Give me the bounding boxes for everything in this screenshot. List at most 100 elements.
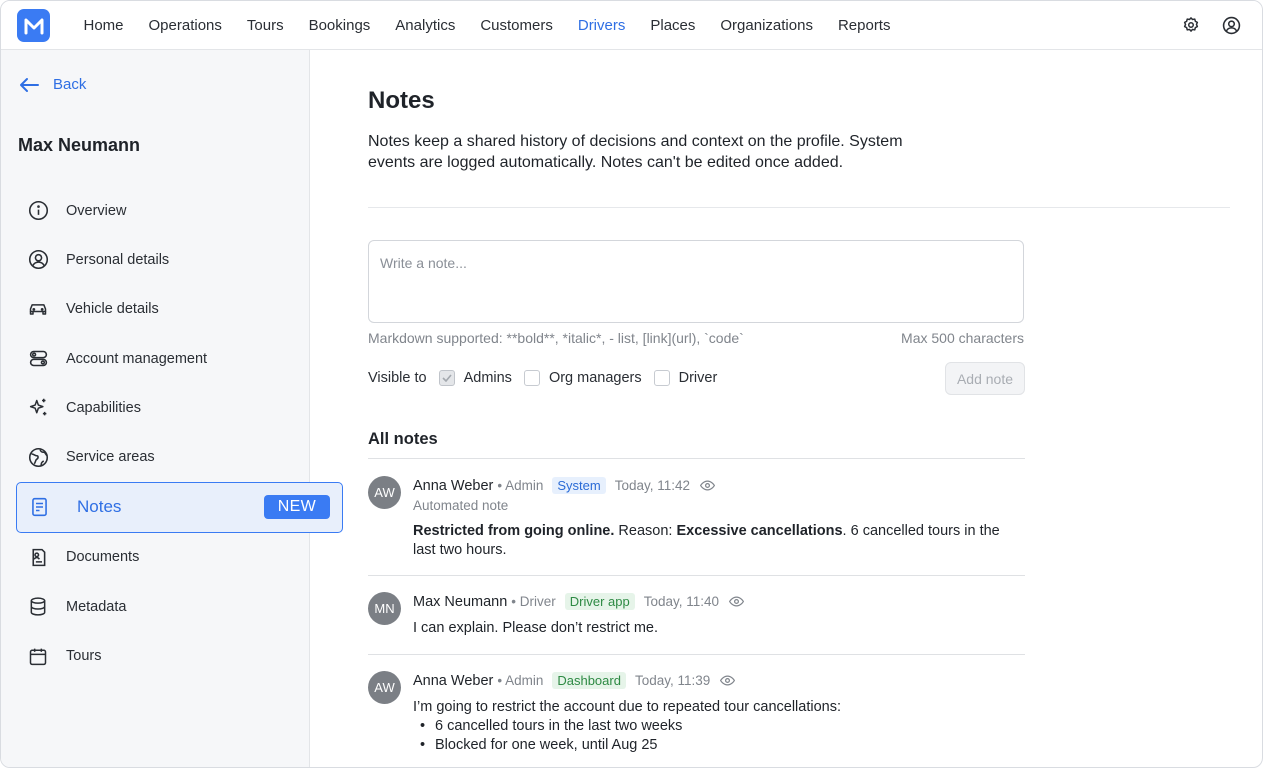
sidebar-item-label: Capabilities xyxy=(66,399,141,416)
sparkles-icon xyxy=(26,396,50,420)
note-body-text: Reason: xyxy=(614,523,677,539)
nav-drivers[interactable]: Drivers xyxy=(578,17,626,34)
checkmark-icon xyxy=(442,374,452,382)
back-label: Back xyxy=(53,76,87,93)
eye-icon[interactable] xyxy=(720,675,736,686)
nav-tours[interactable]: Tours xyxy=(247,17,284,34)
note-body: Restricted from going online. Reason: Ex… xyxy=(413,522,1013,560)
globe-icon xyxy=(26,445,50,469)
sidebar-item-documents[interactable]: Documents xyxy=(16,533,343,582)
nav-organizations[interactable]: Organizations xyxy=(720,17,813,34)
markdown-hint: Markdown supported: **bold**, *italic*, … xyxy=(368,330,744,346)
sidebar-item-label: Metadata xyxy=(66,598,127,615)
driver-checkbox[interactable] xyxy=(653,370,670,386)
note-bullet-list: 6 cancelled tours in the last two weeks … xyxy=(413,717,1013,755)
visibility-driver[interactable]: Driver xyxy=(653,370,718,386)
note-item: AW Anna Weber • Admin System Today, 11:4… xyxy=(368,476,1025,576)
back-link[interactable]: Back xyxy=(19,76,86,93)
nav-analytics[interactable]: Analytics xyxy=(395,17,455,34)
note-author: Anna Weber xyxy=(413,477,494,494)
sidebar-item-label: Personal details xyxy=(66,251,170,268)
nav-operations[interactable]: Operations xyxy=(149,17,222,34)
database-icon xyxy=(26,595,50,619)
note-role: • Admin xyxy=(497,673,544,688)
driver-label: Driver xyxy=(678,370,718,386)
arrow-left-icon xyxy=(20,77,39,92)
source-badge: Dashboard xyxy=(552,672,626,689)
avatar: AW xyxy=(368,476,401,509)
eye-icon[interactable] xyxy=(729,596,745,607)
note-body: I can explain. Please don’t restrict me. xyxy=(413,620,659,636)
nav-home[interactable]: Home xyxy=(84,17,124,34)
add-note-button[interactable]: Add note xyxy=(945,362,1025,395)
page-description: Notes keep a shared history of decisions… xyxy=(368,133,903,171)
sidebar-item-label: Documents xyxy=(66,549,140,566)
sidebar-item-account-management[interactable]: Account management xyxy=(16,334,343,383)
nav-reports[interactable]: Reports xyxy=(838,17,891,34)
sidebar-item-label: Account management xyxy=(66,350,208,367)
note-time: Today, 11:39 xyxy=(634,673,711,688)
admins-label: Admins xyxy=(463,370,512,386)
top-actions xyxy=(1180,14,1242,36)
visibility-admins[interactable]: Admins xyxy=(438,370,512,386)
admins-checkbox[interactable] xyxy=(438,370,455,386)
avatar: AW xyxy=(368,671,401,704)
eye-icon[interactable] xyxy=(700,480,715,491)
logo-m-icon xyxy=(24,18,43,34)
sidebar-item-capabilities[interactable]: Capabilities xyxy=(16,383,343,432)
note-header: Anna Weber • Admin System Today, 11:42 xyxy=(413,477,715,494)
sidebar-item-notes[interactable]: Notes NEW xyxy=(16,481,343,533)
id-document-icon xyxy=(26,545,50,569)
sidebar-item-tours[interactable]: Tours xyxy=(16,631,343,680)
divider xyxy=(368,575,1025,576)
note-body-bold: Excessive cancellations xyxy=(676,523,843,539)
sidebar-item-service-areas[interactable]: Service areas xyxy=(16,432,343,481)
app-window: Home Operations Tours Bookings Analytics… xyxy=(0,0,1263,768)
profile-menu: Overview Personal details Vehicle detail… xyxy=(16,186,343,681)
sidebar-item-label: Vehicle details xyxy=(66,301,159,318)
note-role: • Driver xyxy=(511,594,556,609)
sidebar-item-personal-details[interactable]: Personal details xyxy=(16,235,343,284)
divider xyxy=(368,207,1230,208)
sidebar-item-metadata[interactable]: Metadata xyxy=(16,582,343,631)
org-managers-checkbox[interactable] xyxy=(523,370,540,386)
user-account-icon[interactable] xyxy=(1220,14,1242,36)
max-characters-hint: Max 500 characters xyxy=(901,330,1024,346)
note-item: MN Max Neumann • Driver Driver app Today… xyxy=(368,592,1025,652)
note-time: Today, 11:40 xyxy=(643,594,720,609)
profile-name: Max Neumann xyxy=(18,135,141,155)
app-logo[interactable] xyxy=(17,9,50,42)
note-role: • Admin xyxy=(497,478,544,493)
document-icon xyxy=(27,495,51,519)
visibility-org-managers[interactable]: Org managers xyxy=(523,370,642,386)
sidebar-item-vehicle-details[interactable]: Vehicle details xyxy=(16,285,343,334)
info-icon xyxy=(26,199,50,223)
note-body-bold: Restricted from going online. xyxy=(413,523,615,539)
list-item: Blocked for one week, until Aug 25 xyxy=(413,736,1013,755)
calendar-icon xyxy=(26,644,50,668)
top-navigation: Home Operations Tours Bookings Analytics… xyxy=(1,1,1262,50)
note-subtitle: Automated note xyxy=(413,498,509,513)
source-badge: System xyxy=(552,477,606,494)
note-author: Max Neumann xyxy=(413,593,508,610)
org-managers-label: Org managers xyxy=(548,370,642,386)
sidebar: Back Max Neumann Overview Personal detai… xyxy=(1,50,343,767)
visible-to-label: Visible to xyxy=(368,370,427,386)
nav-places[interactable]: Places xyxy=(650,17,695,34)
sidebar-item-label: Tours xyxy=(66,648,102,665)
all-notes-heading: All notes xyxy=(368,430,438,448)
gear-icon[interactable] xyxy=(1180,14,1202,36)
note-input[interactable] xyxy=(368,240,1024,323)
note-header: Max Neumann • Driver Driver app Today, 1… xyxy=(413,593,745,610)
note-body-text: I’m going to restrict the account due to… xyxy=(413,699,841,715)
nav-customers[interactable]: Customers xyxy=(480,17,553,34)
note-time: Today, 11:42 xyxy=(614,478,690,493)
nav-bookings[interactable]: Bookings xyxy=(309,17,371,34)
car-icon xyxy=(26,297,50,321)
visibility-options: Visible to Admins Org managers Driver xyxy=(368,370,717,386)
sidebar-item-label: Service areas xyxy=(66,449,155,466)
divider xyxy=(368,654,1025,655)
note-header: Anna Weber • Admin Dashboard Today, 11:3… xyxy=(413,672,736,689)
list-item: 6 cancelled tours in the last two weeks xyxy=(413,717,1013,736)
sidebar-item-overview[interactable]: Overview xyxy=(16,186,343,235)
